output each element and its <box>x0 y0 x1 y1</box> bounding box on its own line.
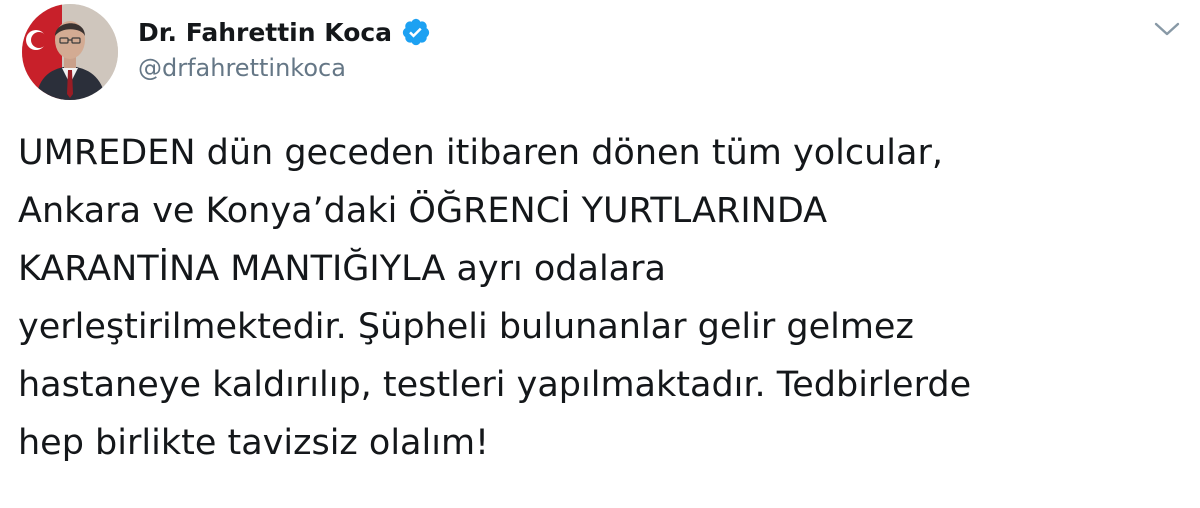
tweet-text-line: hastaneye kaldırılıp, testleri yapılmakt… <box>18 365 972 405</box>
tweet-text-line: Ankara ve Konya’daki ÖĞRENCİ YURTLARINDA <box>18 191 828 231</box>
avatar[interactable] <box>22 4 118 100</box>
profile-photo <box>22 4 118 100</box>
author-handle[interactable]: @drfahrettinkoca <box>138 54 346 82</box>
tweet-text-line: UMREDEN dün geceden itibaren dönen tüm y… <box>18 133 943 173</box>
tweet-text: UMREDEN dün geceden itibaren dönen tüm y… <box>18 124 1178 472</box>
tweet-text-line: KARANTİNA MANTIĞIYLA ayrı odalara <box>18 249 666 289</box>
tweet-text-line: yerleştirilmektedir. Şüpheli bulunanlar … <box>18 307 914 347</box>
author-display-name[interactable]: Dr. Fahrettin Koca <box>138 18 392 47</box>
tweet-card: Dr. Fahrettin Koca @drfahrettinkoca UMRE… <box>0 0 1200 508</box>
tweet-menu-button[interactable] <box>1150 14 1184 44</box>
chevron-down-icon <box>1154 22 1180 36</box>
verified-badge-icon <box>401 17 431 47</box>
author-name-row: Dr. Fahrettin Koca <box>138 14 431 50</box>
tweet-text-line: hep birlikte tavizsiz olalım! <box>18 423 490 463</box>
